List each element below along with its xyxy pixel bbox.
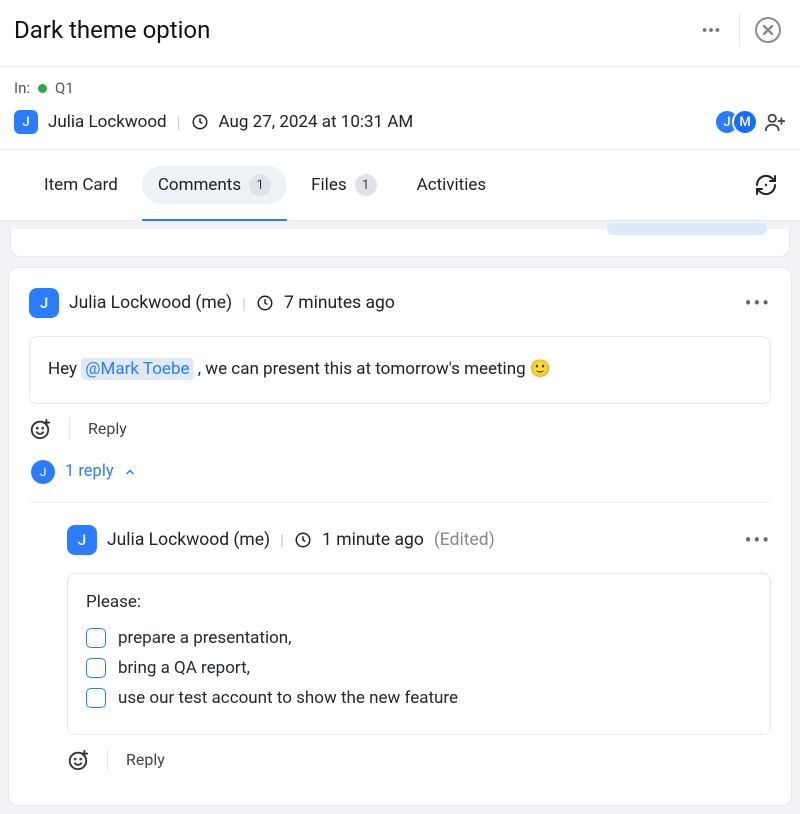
- comment-header: J Julia Lockwood (me) | 7 minutes ago ••…: [29, 288, 771, 318]
- tab-label: Activities: [417, 175, 487, 195]
- reply-author[interactable]: Julia Lockwood (me): [107, 530, 270, 550]
- reply-block: J Julia Lockwood (me) | 1 minute ago (Ed…: [29, 502, 771, 795]
- collapsed-pill: [607, 223, 767, 235]
- checklist-item: prepare a presentation,: [86, 626, 752, 656]
- comment-card: J Julia Lockwood (me) | 7 minutes ago ••…: [8, 267, 792, 806]
- in-label: In:: [14, 79, 30, 97]
- tab-files[interactable]: Files 1: [295, 166, 392, 204]
- close-icon: [755, 17, 781, 43]
- separator: [69, 418, 70, 440]
- location-name[interactable]: Q1: [55, 79, 74, 97]
- comment-text-suffix: , we can present this at tomorrow's meet…: [194, 359, 552, 379]
- tab-comments[interactable]: Comments 1: [142, 166, 287, 204]
- tab-label: Comments: [158, 175, 241, 195]
- chevron-up-icon: [124, 466, 136, 478]
- thread-toggle[interactable]: J 1 reply: [31, 460, 771, 484]
- reply-header: J Julia Lockwood (me) | 1 minute ago (Ed…: [67, 525, 771, 555]
- clock-icon: [256, 294, 274, 312]
- add-reaction-button[interactable]: [67, 749, 89, 771]
- separator: |: [242, 294, 246, 313]
- comment-text-prefix: Hey: [48, 359, 81, 379]
- meta-section: In: Q1 J Julia Lockwood | Aug 27, 2024 a…: [0, 67, 800, 150]
- author-avatar[interactable]: J: [14, 110, 38, 134]
- checklist-item: bring a QA report,: [86, 656, 752, 686]
- edited-label: (Edited): [434, 530, 495, 550]
- created-timestamp: Aug 27, 2024 at 10:31 AM: [219, 112, 414, 132]
- checklist-item: use our test account to show the new fea…: [86, 686, 752, 716]
- reply-button[interactable]: Reply: [88, 419, 127, 438]
- top-bar: Dark theme option: [0, 0, 800, 67]
- reply-avatar[interactable]: J: [67, 525, 97, 555]
- collaborators: J M: [714, 109, 786, 135]
- tab-label: Item Card: [44, 175, 118, 195]
- checkbox[interactable]: [86, 688, 106, 708]
- author-name[interactable]: Julia Lockwood: [48, 112, 167, 132]
- tab-label: Files: [311, 175, 346, 195]
- add-collaborator-button[interactable]: [764, 111, 786, 133]
- separator: |: [280, 530, 284, 549]
- separator: |: [177, 113, 181, 132]
- comment-menu-button[interactable]: •••: [745, 298, 771, 308]
- comment-time: 7 minutes ago: [284, 293, 395, 313]
- tab-activities[interactable]: Activities: [401, 167, 503, 203]
- separator: [107, 749, 108, 771]
- collapsed-card: [10, 229, 790, 257]
- checklist-item-label: bring a QA report,: [118, 658, 250, 678]
- comment-author[interactable]: Julia Lockwood (me): [69, 293, 232, 313]
- thread-avatar: J: [31, 460, 55, 484]
- page-title: Dark theme option: [14, 16, 210, 44]
- add-reaction-button[interactable]: [29, 418, 51, 440]
- reply-time: 1 minute ago: [322, 530, 424, 550]
- author-row: J Julia Lockwood | Aug 27, 2024 at 10:31…: [14, 109, 786, 135]
- mention-chip[interactable]: @Mark Toebe: [81, 358, 193, 380]
- clock-icon: [294, 531, 312, 549]
- thread-count-label: 1 reply: [65, 462, 114, 481]
- files-count-badge: 1: [355, 174, 377, 196]
- reply-body: Please: prepare a presentation, bring a …: [67, 573, 771, 735]
- tab-item-card[interactable]: Item Card: [28, 167, 134, 203]
- collaborator-avatar[interactable]: M: [732, 109, 758, 135]
- checkbox[interactable]: [86, 658, 106, 678]
- status-dot-icon: [38, 84, 47, 93]
- comments-body: J Julia Lockwood (me) | 7 minutes ago ••…: [0, 221, 800, 814]
- tabs-bar: Item Card Comments 1 Files 1 Activities: [0, 150, 800, 221]
- refresh-button[interactable]: [752, 171, 780, 199]
- checklist-item-label: use our test account to show the new fea…: [118, 688, 458, 708]
- checklist-item-label: prepare a presentation,: [118, 628, 292, 648]
- collaborator-stack[interactable]: J M: [714, 109, 758, 135]
- comments-count-badge: 1: [249, 174, 271, 196]
- comment-avatar[interactable]: J: [29, 288, 59, 318]
- checkbox[interactable]: [86, 628, 106, 648]
- breadcrumb: In: Q1: [14, 79, 786, 97]
- checklist-intro: Please:: [86, 592, 752, 612]
- clock-icon: [191, 113, 209, 131]
- reply-actions: Reply: [67, 749, 771, 771]
- close-button[interactable]: [754, 16, 782, 44]
- item-panel: Dark theme option In: Q1 J Julia Lockwoo…: [0, 0, 800, 814]
- more-menu-button[interactable]: [697, 16, 725, 44]
- reply-menu-button[interactable]: •••: [745, 535, 771, 545]
- comment-body: Hey @Mark Toebe , we can present this at…: [29, 336, 771, 404]
- comment-actions: Reply: [29, 418, 771, 440]
- reply-button[interactable]: Reply: [126, 750, 165, 769]
- divider: [739, 14, 740, 46]
